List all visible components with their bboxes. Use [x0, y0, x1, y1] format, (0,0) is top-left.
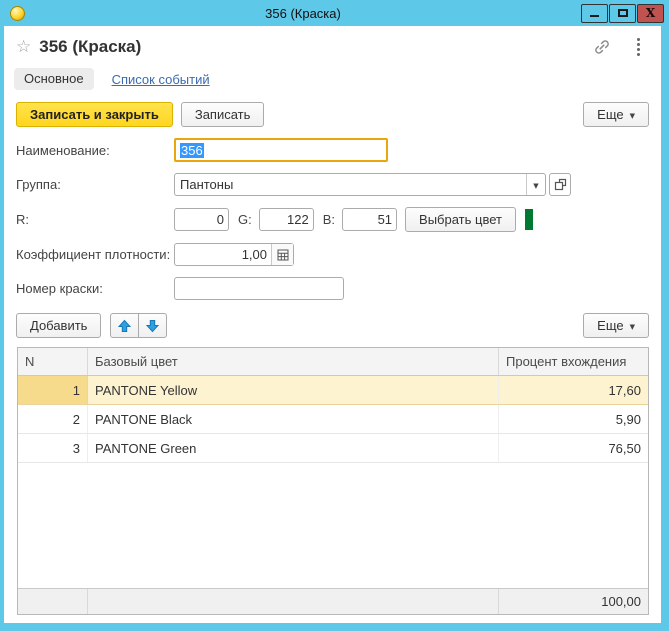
density-field-label: Коэффициент плотности: — [16, 247, 171, 262]
group-field-label: Группа: — [16, 177, 61, 192]
more-menu-button[interactable] — [627, 36, 649, 58]
column-header-base-color: Базовый цвет — [88, 348, 499, 375]
arrow-down-icon — [146, 319, 160, 332]
percent-cell: 76,50 — [608, 440, 641, 456]
close-button[interactable]: X — [637, 3, 664, 23]
tab-event-list[interactable]: Список событий — [112, 72, 210, 87]
group-dropdown-button[interactable]: ▼ — [526, 174, 545, 195]
tab-bar: Основное Список событий — [4, 58, 661, 90]
minimize-button[interactable] — [581, 3, 608, 23]
total-percent: 100,00 — [601, 594, 641, 609]
title-bar: 356 (Краска) X — [0, 0, 669, 26]
save-and-close-button[interactable]: Записать и закрыть — [16, 102, 173, 127]
pick-color-button[interactable]: Выбрать цвет — [405, 207, 516, 232]
move-up-button[interactable] — [110, 313, 140, 338]
favorite-star-icon[interactable]: ☆ — [16, 37, 31, 57]
more-actions-button[interactable]: Еще ▼ — [583, 102, 649, 127]
save-button[interactable]: Записать — [180, 102, 265, 127]
table-header-row: N Базовый цвет Процент вхождения — [18, 348, 648, 376]
base-color-cell: PANTONE Green — [88, 434, 499, 462]
r-field-label: R: — [16, 212, 29, 227]
g-input[interactable]: 122 — [258, 208, 314, 231]
row-number-cell: 2 — [18, 405, 88, 433]
name-input[interactable]: 356 — [174, 138, 388, 162]
link-icon — [595, 40, 609, 54]
row-number-cell: 1 — [18, 376, 88, 404]
maximize-icon — [617, 9, 628, 17]
add-row-button[interactable]: Добавить — [16, 313, 102, 338]
table-row[interactable]: 3 PANTONE Green 76,50 — [18, 434, 648, 463]
move-down-button[interactable] — [139, 313, 168, 338]
components-table: N Базовый цвет Процент вхождения 1 PANTO… — [17, 347, 649, 615]
row-number-cell: 3 — [18, 434, 88, 462]
density-input[interactable]: 1,00 — [175, 244, 271, 265]
density-input-group: 1,00 — [174, 243, 294, 266]
percent-cell: 17,60 — [608, 382, 641, 398]
table-row[interactable]: 1 PANTONE Yellow 17,60 — [18, 376, 648, 405]
app-icon — [10, 5, 25, 21]
open-in-form-icon — [554, 178, 566, 191]
chevron-down-icon: ▼ — [629, 111, 635, 120]
group-combobox[interactable]: Пантоны ▼ — [174, 173, 546, 196]
b-input[interactable]: 51 — [342, 208, 398, 231]
calculator-button[interactable] — [271, 244, 293, 265]
maximize-button[interactable] — [609, 3, 636, 23]
table-footer-row: 100,00 — [18, 588, 648, 614]
page-title: 356 (Краска) — [39, 37, 142, 56]
table-more-button[interactable]: Еще ▼ — [583, 313, 649, 338]
g-field-label: G: — [238, 212, 252, 227]
command-bar: Записать и закрыть Записать Еще ▼ — [4, 90, 661, 127]
name-field-label: Наименование: — [16, 142, 110, 158]
color-swatch — [524, 209, 533, 230]
table-row[interactable]: 2 PANTONE Black 5,90 — [18, 405, 648, 434]
minimize-icon — [590, 14, 599, 17]
link-button[interactable] — [591, 36, 613, 58]
name-input-selected-text: 356 — [180, 142, 204, 158]
chevron-down-icon: ▼ — [629, 322, 635, 331]
close-icon: X — [645, 6, 656, 20]
base-color-cell: PANTONE Black — [88, 405, 499, 433]
more-icon — [636, 38, 640, 56]
table-empty-area — [18, 463, 648, 588]
base-color-cell: PANTONE Yellow — [88, 376, 499, 404]
arrow-up-icon — [118, 319, 132, 332]
column-header-percent: Процент вхождения — [506, 354, 627, 369]
calculator-icon — [277, 249, 288, 260]
chevron-down-icon: ▼ — [533, 181, 539, 190]
percent-cell: 5,90 — [615, 411, 641, 427]
b-field-label: B: — [322, 212, 336, 227]
paint-number-input[interactable] — [174, 277, 344, 300]
form-window: ☆ 356 (Краска) Основное Список событий З… — [4, 26, 661, 623]
paint-number-field-label: Номер краски: — [16, 281, 103, 296]
tab-main[interactable]: Основное — [14, 68, 94, 90]
group-value: Пантоны — [180, 177, 234, 192]
group-open-button[interactable] — [549, 173, 571, 196]
table-toolbar: Добавить Еще ▼ — [4, 313, 661, 338]
column-header-n: N — [18, 348, 88, 375]
r-input[interactable]: 0 — [174, 208, 229, 231]
window-title: 356 (Краска) — [265, 5, 341, 21]
